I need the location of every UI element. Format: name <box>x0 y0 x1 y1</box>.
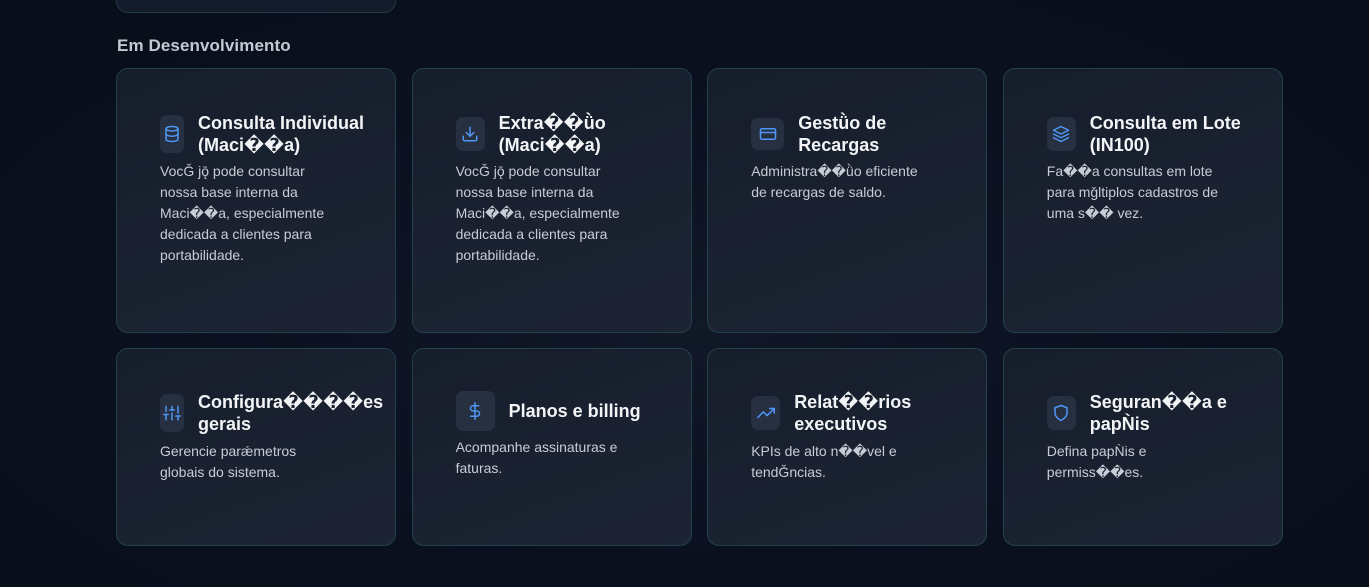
card-header: Consulta em Lote (IN100) <box>1046 112 1256 156</box>
card-gestao-recargas[interactable]: Gestǜo de Recargas Administra��ǜo eficie… <box>707 68 988 333</box>
card-header: Relat��rios executivos <box>751 391 960 435</box>
card-consulta-individual[interactable]: Consulta Individual (Maci��a) VocǦ jǭ po… <box>116 68 396 333</box>
card-planos-billing[interactable]: Planos e billing Acompanhe assinaturas e… <box>411 348 692 546</box>
dollar-icon <box>455 391 495 431</box>
trending-up-icon <box>751 396 781 430</box>
card-description: Administra��ǜo eficiente de recargas de … <box>751 163 918 200</box>
section-title: Em Desenvolvimento <box>117 36 291 55</box>
card-title: Consulta Individual (Maci��a) <box>198 113 365 155</box>
previous-section-card[interactable] <box>116 0 396 13</box>
card-title: Configura����es gerais <box>198 392 384 434</box>
feature-card-grid: Consulta Individual (Maci��a) VocǦ jǭ po… <box>116 68 1283 546</box>
card-description: Acompanhe assinaturas e faturas. <box>455 439 618 476</box>
card-description: VocǦ jǭ pode consultar nossa base intern… <box>455 163 620 263</box>
card-title: Relat��rios executivos <box>794 392 912 434</box>
card-extracao[interactable]: Extra��ǜo (Maci��a) VocǦ jǭ pode consult… <box>411 68 692 333</box>
card-description: Gerencie parǽmetros globais do sistema. <box>160 443 297 480</box>
card-title: Consulta em Lote (IN100) <box>1089 113 1241 155</box>
card-title: Gestǜo de Recargas <box>798 113 887 155</box>
shield-icon <box>1046 396 1076 430</box>
card-title: Extra��ǜo (Maci��a) <box>498 113 606 155</box>
card-description: Fa��a consultas em lote para mǧltiplos c… <box>1046 163 1218 221</box>
layers-icon <box>1046 117 1076 151</box>
card-description: Defina papǸis e permiss��es. <box>1046 443 1147 480</box>
database-icon <box>160 115 184 153</box>
card-description: VocǦ jǭ pode consultar nossa base intern… <box>160 163 325 263</box>
sliders-icon <box>160 394 184 432</box>
card-title: Planos e billing <box>508 401 641 421</box>
card-consulta-lote[interactable]: Consulta em Lote (IN100) Fa��a consultas… <box>1002 68 1283 333</box>
card-header: Consulta Individual (Maci��a) <box>160 112 369 156</box>
credit-card-icon <box>751 118 785 150</box>
download-icon <box>455 117 485 151</box>
card-seguranca-papeis[interactable]: Seguran��a e papǸis Defina papǸis e perm… <box>1002 348 1283 546</box>
card-header: Configura����es gerais <box>160 391 383 435</box>
card-title: Seguran��a e papǸis <box>1089 392 1227 434</box>
card-relatorios-executivos[interactable]: Relat��rios executivos KPIs de alto n��v… <box>707 348 988 546</box>
card-header: Gestǜo de Recargas <box>751 112 960 156</box>
card-description: KPIs de alto n��vel e tendǦncias. <box>751 443 897 480</box>
card-header: Planos e billing <box>455 391 665 431</box>
card-header: Extra��ǜo (Maci��a) <box>455 112 665 156</box>
card-header: Seguran��a e papǸis <box>1046 391 1256 435</box>
card-configuracoes-gerais[interactable]: Configura����es gerais Gerencie parǽmetr… <box>116 348 396 546</box>
